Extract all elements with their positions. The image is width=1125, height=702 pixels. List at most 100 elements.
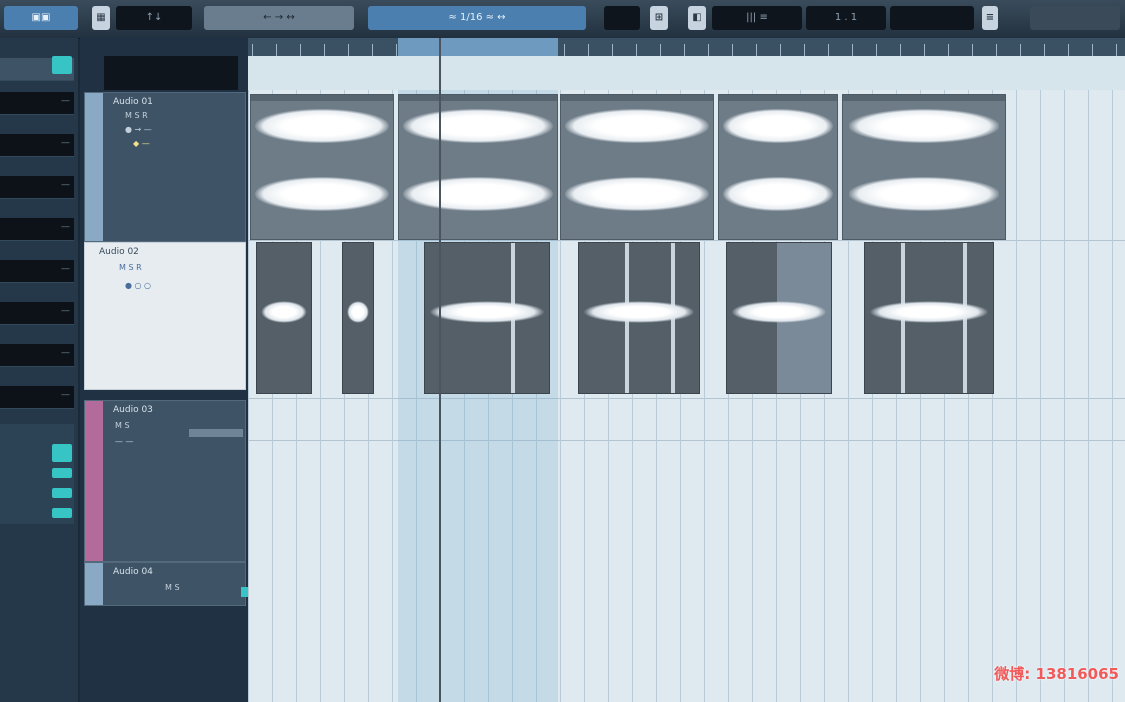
mode-button[interactable]: ▣▣ [4,6,78,30]
ruler-tick [252,44,253,56]
track-header-audio-04[interactable]: Audio 04 M S [84,562,251,606]
grid-line [1016,90,1017,702]
ruler-tick [1020,44,1021,56]
watermark-label: 微博 [994,665,1025,683]
inspector-row[interactable]: — [0,92,74,115]
lane-divider [248,398,1125,399]
track-controls[interactable]: ● → — [125,125,152,134]
playhead-cursor[interactable] [439,38,441,702]
track-header-audio-01[interactable]: Audio 01 M S R ● → — ◆ — [84,92,246,242]
grid-line [248,90,249,702]
inspector-teal-button[interactable] [52,468,72,478]
audio-event[interactable] [424,242,550,394]
audio-clip[interactable] [718,94,838,240]
ruler-tick [972,44,973,56]
ruler-tick [780,44,781,56]
waveform [565,177,709,211]
ruler-tick [948,44,949,56]
track-controls[interactable]: ● ○ ○ [125,281,151,290]
ruler-tick [996,44,997,56]
settings-icon[interactable]: ≡ [982,6,998,30]
grid-line [1064,90,1065,702]
ruler-tick [1116,44,1117,56]
inspector-row[interactable]: — [0,302,74,325]
inspector-teal-button[interactable] [52,508,72,518]
top-toolbar: ▣▣ ▦ ↑↓ ← → ↔ ≈ 1/16 ≈ ↔ ⊞ ◧ ||| ≡ 1 . 1… [0,0,1125,39]
count-field[interactable]: ↑↓ [116,6,192,30]
track-controls[interactable]: M S R [125,111,148,120]
track-fader[interactable] [189,429,243,437]
clip-header [843,95,1005,101]
audio-event[interactable] [726,242,832,394]
ruler-tick [1068,44,1069,56]
timeline-ruler[interactable] [248,38,1125,57]
inspector-row[interactable]: — [0,386,74,409]
inspector-accent-toggle[interactable] [52,56,72,74]
quantize-selector[interactable]: ≈ 1/16 ≈ ↔ [368,6,586,30]
inspector-row[interactable]: — [0,344,74,367]
track-color-strip [85,401,103,561]
audio-event[interactable] [256,242,312,394]
track-list: Audio 01 M S R ● → — ◆ — Audio 02 M S R … [80,38,251,702]
inspector-row[interactable]: — [0,176,74,199]
track-name: Audio 03 [113,405,153,415]
time-field[interactable]: ||| ≡ [712,6,802,30]
link-icon[interactable]: ◧ [688,6,706,30]
audio-event[interactable] [578,242,700,394]
audio-clip[interactable] [250,94,394,240]
inspector-row[interactable]: — [0,260,74,283]
waveform [429,301,545,323]
audio-clip[interactable] [398,94,558,240]
track-color-strip [85,243,103,389]
track-controls[interactable]: — — [115,437,134,446]
ruler-tick [612,44,613,56]
audio-event[interactable] [864,242,994,394]
track-name: Audio 02 [99,247,139,257]
waveform [255,109,389,143]
track-color-strip [85,93,103,241]
inspector-teal-button[interactable] [52,488,72,498]
audio-event[interactable] [342,242,374,394]
meter-field[interactable]: 1 . 1 [806,6,886,30]
value-field[interactable] [604,6,640,30]
track-name: Audio 01 [113,97,153,107]
audio-clip[interactable] [842,94,1006,240]
ruler-tick [564,44,565,56]
zoom-icon[interactable]: ⊞ [650,6,668,30]
inspector-teal-button[interactable] [52,444,72,462]
cycle-locator[interactable] [398,38,558,56]
lane-divider [248,440,1125,441]
waveform [583,301,695,323]
snap-selector[interactable]: ← → ↔ [204,6,354,30]
audio-clip[interactable] [560,94,714,240]
inspector-row[interactable]: — [0,218,74,241]
track-controls[interactable]: ◆ — [133,139,150,148]
waveform [403,109,553,143]
inspector-row[interactable]: — [0,134,74,157]
ruler-tick [1044,44,1045,56]
track-controls[interactable]: M S [115,421,130,430]
ruler-tick [708,44,709,56]
track-controls[interactable]: M S R [119,263,142,272]
track-name: Audio 04 [113,567,153,577]
ruler-tick [684,44,685,56]
ruler-tick [924,44,925,56]
ruler-tick [660,44,661,56]
ruler-tick [300,44,301,56]
marker-lane[interactable] [248,56,1125,90]
ruler-tick [588,44,589,56]
watermark-handle: : 13816065 [1024,665,1119,683]
track-header-audio-03[interactable]: Audio 03 M S — — [84,400,246,562]
clip-header [719,95,837,101]
grid-line [1040,90,1041,702]
grid-icon[interactable]: ▦ [92,6,110,30]
grid-line [1112,90,1113,702]
track-header-audio-02[interactable]: Audio 02 M S R ● ○ ○ [84,242,246,390]
waveform [849,109,999,143]
ruler-tick [276,44,277,56]
waveform [723,109,833,143]
position-field[interactable] [890,6,974,30]
window-controls[interactable] [1030,6,1120,30]
track-controls[interactable]: M S [165,583,180,592]
ruler-tick [372,44,373,56]
